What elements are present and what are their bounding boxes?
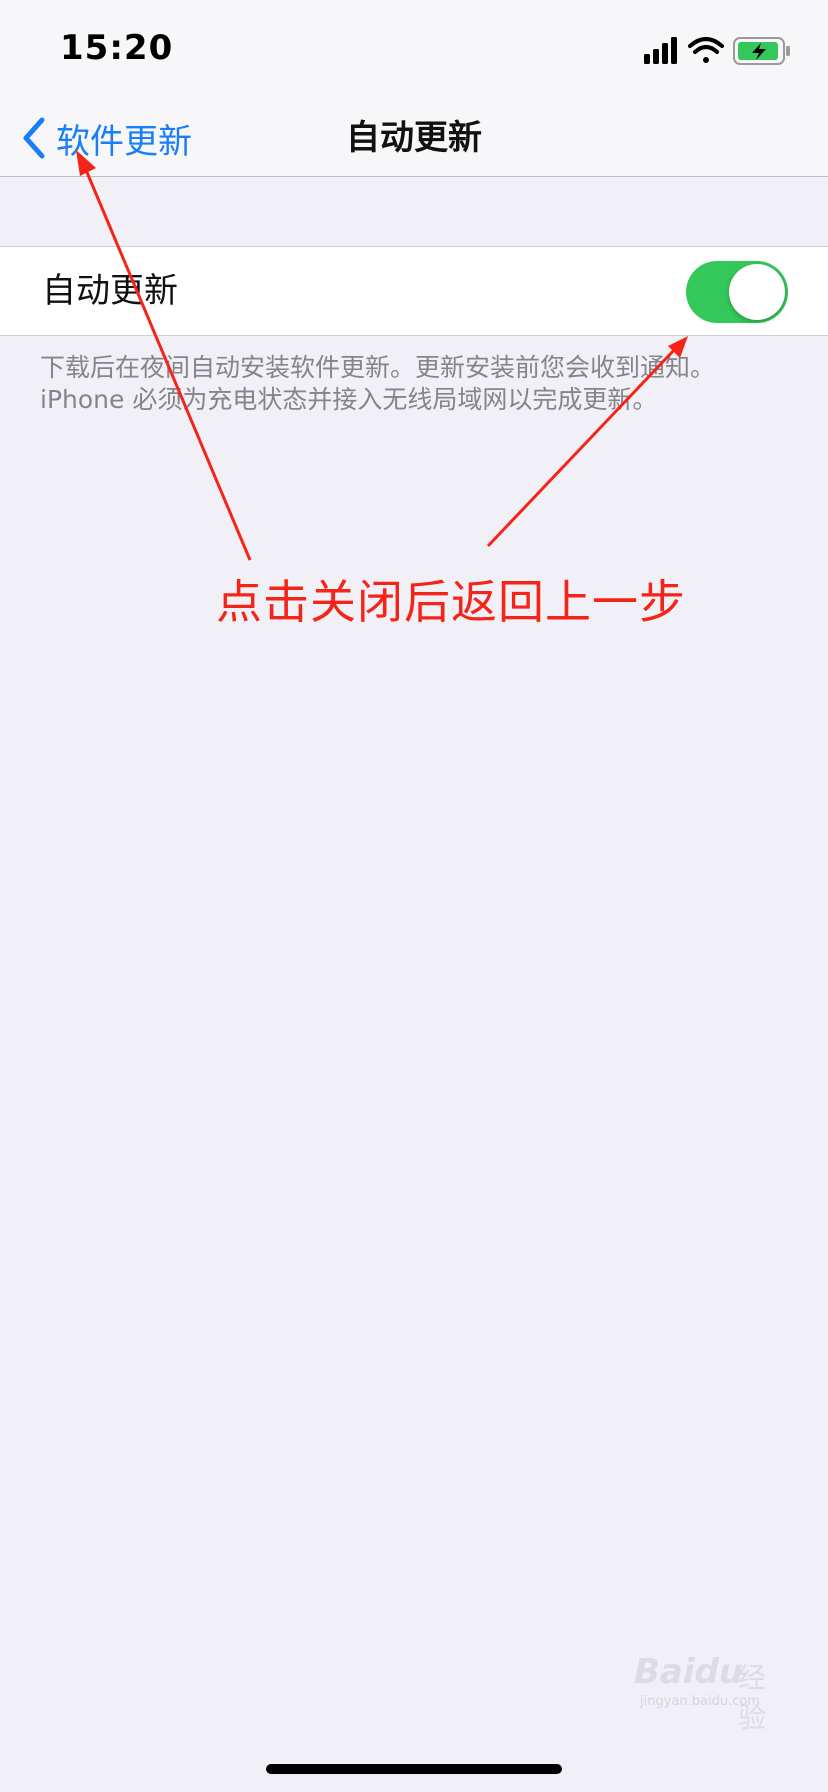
annotation-text: 点击关闭后返回上一步 — [216, 575, 686, 629]
wifi-icon — [688, 37, 724, 63]
back-button-label: 软件更新 — [56, 121, 192, 162]
toggle-knob — [729, 264, 785, 320]
signal-icon — [644, 37, 677, 64]
status-icons — [644, 34, 794, 68]
auto-update-toggle[interactable] — [686, 261, 788, 323]
footer-note-line-1: 下载后在夜间自动安装软件更新。更新安装前您会收到通知。 — [40, 353, 716, 382]
footer-note: 下载后在夜间自动安装软件更新。更新安装前您会收到通知。 iPhone 必须为充电… — [40, 352, 790, 416]
battery-charging-icon — [733, 37, 790, 65]
status-bar: 15:20 — [0, 0, 828, 98]
back-button[interactable]: 软件更新 — [20, 110, 192, 166]
baidu-watermark: Baidu 经验 jingyan.baidu.com — [632, 1650, 792, 1734]
status-time: 15:20 — [60, 28, 174, 68]
watermark-url: jingyan.baidu.com — [640, 1694, 760, 1709]
auto-update-row: 自动更新 — [0, 246, 828, 336]
chevron-left-icon — [20, 116, 46, 160]
auto-update-label: 自动更新 — [42, 271, 178, 311]
home-indicator[interactable] — [266, 1764, 562, 1774]
footer-note-line-2: iPhone 必须为充电状态并接入无线局域网以完成更新。 — [40, 385, 658, 414]
navigation-bar: 自动更新 软件更新 — [0, 98, 828, 177]
watermark-brand: Baidu — [634, 1652, 744, 1692]
